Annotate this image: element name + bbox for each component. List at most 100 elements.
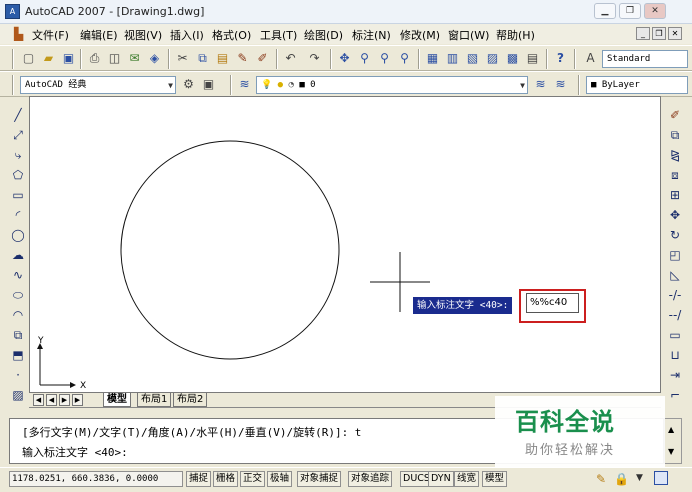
3d-dwf-icon[interactable]: ◈	[146, 50, 163, 67]
lineweight-toggle[interactable]: 线宽	[454, 471, 480, 487]
menu-edit[interactable]: 编辑(E)	[80, 27, 118, 43]
ellipse-arc-icon[interactable]: ◠	[9, 306, 27, 324]
block-editor-icon[interactable]: ✐	[254, 50, 271, 67]
line-icon[interactable]: ╱	[9, 106, 27, 124]
break-at-point-icon[interactable]: ▭	[666, 326, 684, 344]
properties-icon[interactable]: ▦	[424, 50, 441, 67]
close-button[interactable]: ✕	[644, 3, 666, 19]
tab-layout1[interactable]: 布局1	[137, 393, 172, 407]
autocad-logo-icon[interactable]: A	[5, 4, 20, 19]
text-style-icon[interactable]: A	[582, 50, 599, 67]
menu-format[interactable]: 格式(O)	[212, 27, 251, 43]
markup-icon[interactable]: ▩	[504, 50, 521, 67]
mirror-icon[interactable]: ⧎	[666, 146, 684, 164]
scroll-down-icon[interactable]: ▼	[668, 447, 674, 456]
doc-minimize-button[interactable]: _	[636, 27, 650, 40]
point-icon[interactable]: ·	[9, 366, 27, 384]
color-select[interactable]: ■ ByLayer	[586, 76, 688, 94]
copy-icon[interactable]: ⧉	[194, 50, 211, 67]
stretch-icon[interactable]: ◺	[666, 266, 684, 284]
insert-block-icon[interactable]: ⧉	[9, 326, 27, 344]
snap-toggle[interactable]: 捕捉	[186, 471, 212, 487]
workspace-select[interactable]: AutoCAD 经典 ▼	[20, 76, 176, 94]
dyn-toggle[interactable]: DYN	[428, 471, 454, 487]
scroll-up-icon[interactable]: ▲	[668, 425, 674, 434]
paste-icon[interactable]: ▤	[214, 50, 231, 67]
menu-modify[interactable]: 修改(M)	[400, 27, 440, 43]
spline-icon[interactable]: ∿	[9, 266, 27, 284]
zoom-realtime-icon[interactable]: ⚲	[356, 50, 373, 67]
undo-icon[interactable]: ↶	[282, 50, 299, 67]
extend-icon[interactable]: --/	[666, 306, 684, 324]
restore-button[interactable]: ❐	[619, 3, 641, 19]
save-workspace-icon[interactable]: ▣	[200, 76, 217, 93]
text-style-select[interactable]: Standard	[602, 50, 688, 68]
grid-toggle[interactable]: 栅格	[213, 471, 239, 487]
menu-insert[interactable]: 插入(I)	[170, 27, 204, 43]
workspace-settings-icon[interactable]: ⚙	[180, 76, 197, 93]
lock-icon[interactable]: 🔒	[614, 472, 629, 486]
redo-icon[interactable]: ↷	[306, 50, 323, 67]
ellipse-icon[interactable]: ⬭	[9, 286, 27, 304]
make-block-icon[interactable]: ⬒	[9, 346, 27, 364]
circle-entity[interactable]	[120, 140, 340, 360]
layer-select[interactable]: 💡 ● ◔ ■ 0 ▼	[256, 76, 528, 94]
command-scrollbar[interactable]: ▲ ▼	[664, 418, 682, 464]
break-icon[interactable]: ⊔	[666, 346, 684, 364]
doc-restore-button[interactable]: ❐	[652, 27, 666, 40]
match-properties-icon[interactable]: ✎	[234, 50, 251, 67]
save-icon[interactable]: ▣	[60, 50, 77, 67]
sheet-set-icon[interactable]: ▨	[484, 50, 501, 67]
prev-tab-icon[interactable]: ◀	[46, 394, 57, 406]
polygon-icon[interactable]: ⬠	[9, 166, 27, 184]
document-icon[interactable]: ▙	[14, 27, 23, 41]
tab-model[interactable]: 模型	[103, 393, 131, 407]
model-toggle[interactable]: 模型	[482, 471, 508, 487]
minimize-button[interactable]: ▁	[594, 3, 616, 19]
doc-close-button[interactable]: ✕	[668, 27, 682, 40]
calculator-icon[interactable]: ▤	[524, 50, 541, 67]
trim-icon[interactable]: -/-	[666, 286, 684, 304]
polyline-icon[interactable]: ⤷	[9, 146, 27, 164]
cut-icon[interactable]: ✂	[174, 50, 191, 67]
coordinates-readout[interactable]: 1178.0251, 660.3836, 0.0000	[9, 471, 183, 487]
menu-window[interactable]: 窗口(W)	[448, 27, 489, 43]
dimension-text-input[interactable]: %%c40	[526, 293, 579, 313]
scale-icon[interactable]: ◰	[666, 246, 684, 264]
construction-line-icon[interactable]: ⤢	[9, 126, 27, 144]
join-icon[interactable]: ⇥	[666, 366, 684, 384]
tab-layout2[interactable]: 布局2	[173, 393, 208, 407]
copy-object-icon[interactable]: ⧉	[666, 126, 684, 144]
circle-icon[interactable]: ◯	[9, 226, 27, 244]
zoom-previous-icon[interactable]: ⚲	[396, 50, 413, 67]
otrack-toggle[interactable]: 对象追踪	[348, 471, 393, 487]
print-preview-icon[interactable]: ◫	[106, 50, 123, 67]
tool-palettes-icon[interactable]: ▧	[464, 50, 481, 67]
osnap-toggle[interactable]: 对象捕捉	[297, 471, 342, 487]
menu-file[interactable]: 文件(F)	[32, 27, 69, 43]
revision-cloud-icon[interactable]: ☁	[9, 246, 27, 264]
offset-icon[interactable]: ⧈	[666, 166, 684, 184]
last-tab-icon[interactable]: ▶	[72, 394, 83, 406]
menu-view[interactable]: 视图(V)	[124, 27, 162, 43]
array-icon[interactable]: ⊞	[666, 186, 684, 204]
layer-manager-icon[interactable]: ≋	[236, 76, 253, 93]
open-icon[interactable]: ▰	[40, 50, 57, 67]
menu-tools[interactable]: 工具(T)	[260, 27, 297, 43]
chamfer-icon[interactable]: ⌐	[666, 386, 684, 404]
rotate-icon[interactable]: ↻	[666, 226, 684, 244]
new-icon[interactable]: ▢	[20, 50, 37, 67]
make-current-layer-icon[interactable]: ≋	[532, 76, 549, 93]
design-center-icon[interactable]: ▥	[444, 50, 461, 67]
chevron-down-icon[interactable]: ▼	[636, 473, 643, 483]
menu-help[interactable]: 帮助(H)	[496, 27, 535, 43]
publish-icon[interactable]: ✉	[126, 50, 143, 67]
ortho-toggle[interactable]: 正交	[240, 471, 266, 487]
polar-toggle[interactable]: 极轴	[267, 471, 293, 487]
erase-icon[interactable]: ✐	[666, 106, 684, 124]
help-icon[interactable]: ?	[552, 50, 569, 67]
layer-previous-icon[interactable]: ≋	[552, 76, 569, 93]
hatch-icon[interactable]: ▨	[9, 386, 27, 404]
move-icon[interactable]: ✥	[666, 206, 684, 224]
print-icon[interactable]: ⎙	[86, 50, 103, 67]
